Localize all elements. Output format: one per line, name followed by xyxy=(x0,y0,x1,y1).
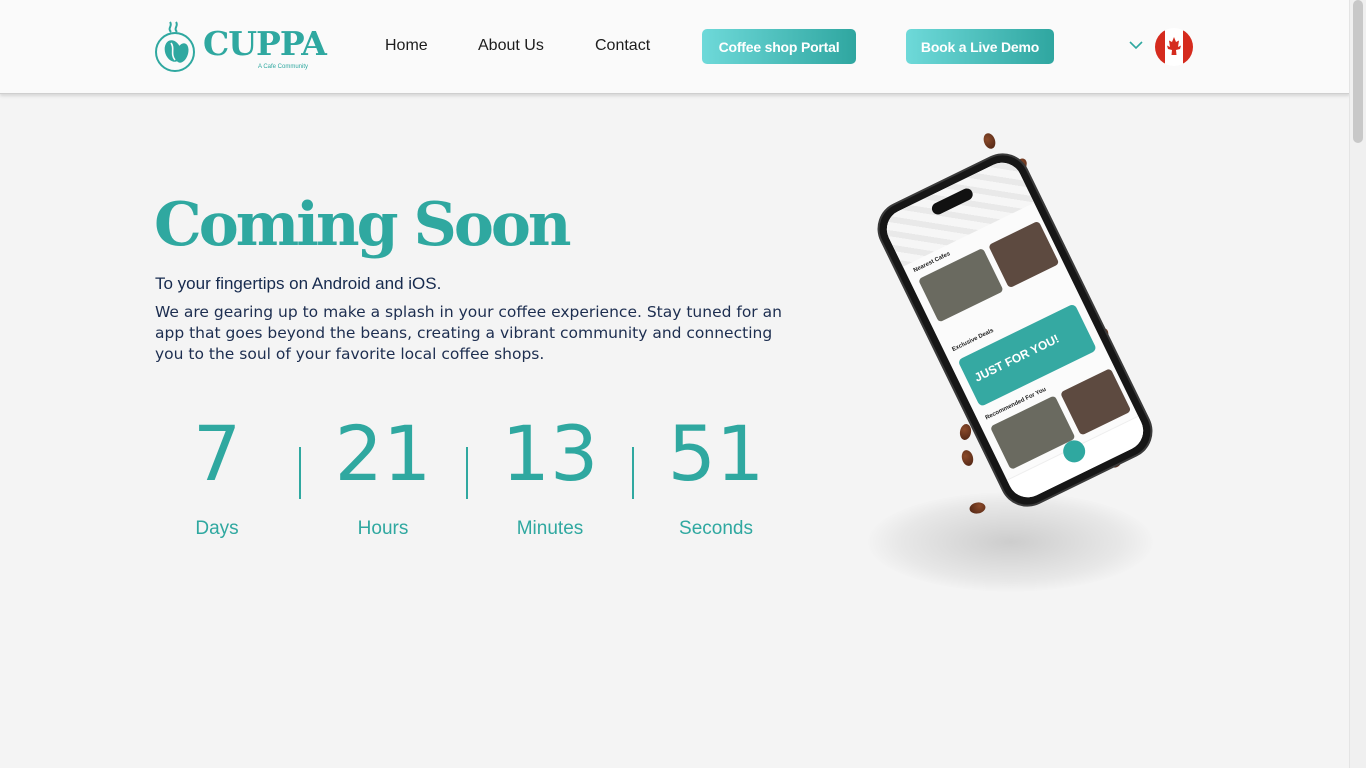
app-cafe-card xyxy=(988,220,1060,289)
countdown-divider xyxy=(299,447,301,499)
nav-home[interactable]: Home xyxy=(385,37,428,55)
countdown-days-label: Days xyxy=(195,518,239,539)
nav-about-us[interactable]: About Us xyxy=(478,37,544,55)
countdown-minutes-label: Minutes xyxy=(516,518,584,539)
book-live-demo-button[interactable]: Book a Live Demo xyxy=(906,29,1054,64)
page-scrollbar[interactable] xyxy=(1349,0,1366,768)
scrollbar-thumb[interactable] xyxy=(1353,0,1363,143)
cuppa-logo[interactable]: CUPPA A Cafe Community xyxy=(154,18,327,74)
countdown-divider xyxy=(632,447,634,499)
nav-contact[interactable]: Contact xyxy=(595,37,650,55)
coffee-bean-icon xyxy=(981,131,998,151)
logo-wordmark: CUPPA xyxy=(203,24,327,63)
countdown-hours-value: 21 xyxy=(334,409,432,498)
app-promo-text: JUST FOR YOU! xyxy=(972,331,1062,385)
phone-frame: Nearest Cafes Exclusive Deals JUST FOR Y… xyxy=(870,146,1160,514)
app-phone-mockup: Nearest Cafes Exclusive Deals JUST FOR Y… xyxy=(870,146,1160,514)
countdown-seconds-label: Seconds xyxy=(679,518,753,539)
countdown-seconds-value: 51 xyxy=(667,409,765,498)
coffee-bean-icon xyxy=(958,423,973,441)
phone-shadow xyxy=(868,492,1153,592)
chevron-down-icon[interactable] xyxy=(1129,40,1143,50)
countdown-minutes-value: 13 xyxy=(501,409,599,498)
coffee-bean-icon xyxy=(960,448,975,468)
coffee-shop-portal-button[interactable]: Coffee shop Portal xyxy=(702,29,856,64)
page-title: Coming Soon xyxy=(154,190,572,260)
canada-flag-icon[interactable] xyxy=(1155,28,1193,66)
hero-description: We are gearing up to make a splash in yo… xyxy=(155,303,782,363)
phone-screen: Nearest Cafes Exclusive Deals JUST FOR Y… xyxy=(880,155,1150,505)
hero-subtitle: To your fingertips on Android and iOS. xyxy=(155,274,442,293)
countdown-divider xyxy=(466,447,468,499)
countdown-hours-label: Hours xyxy=(357,518,409,539)
logo-tagline: A Cafe Community xyxy=(258,64,309,70)
coffee-bean-logo-icon xyxy=(155,21,195,72)
countdown-days-value: 7 xyxy=(192,409,242,498)
site-header: CUPPA A Cafe Community Home About Us Con… xyxy=(0,0,1350,94)
